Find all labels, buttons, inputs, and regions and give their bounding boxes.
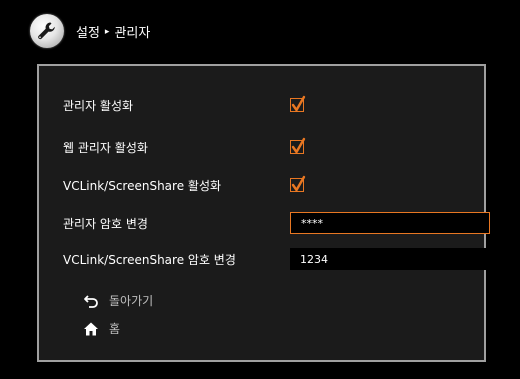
home-icon: [83, 321, 99, 337]
back-arrow-icon: [83, 293, 99, 309]
web-admin-enable-checkbox[interactable]: [290, 137, 306, 154]
settings-panel: 관리자 활성화 웹 관리자 활성화 VCLink/ScreenShare 활성화…: [37, 64, 490, 362]
vclink-password-field[interactable]: 1234: [290, 248, 490, 270]
admin-enable-row[interactable]: 관리자 활성화: [63, 94, 483, 116]
admin-password-row[interactable]: 관리자 암호 변경 ****: [63, 212, 490, 234]
admin-password-label: 관리자 암호 변경: [63, 216, 148, 231]
breadcrumb: 설정 ▸ 관리자: [76, 22, 150, 41]
web-admin-enable-row[interactable]: 웹 관리자 활성화: [63, 136, 483, 158]
home-label: 홈: [109, 322, 121, 336]
checkmark-icon: [291, 175, 306, 192]
checkmark-icon: [291, 95, 306, 112]
vclink-enable-label: VCLink/ScreenShare 활성화: [63, 178, 222, 193]
checkmark-icon: [291, 137, 306, 154]
vclink-password-row[interactable]: VCLink/ScreenShare 암호 변경 1234: [63, 248, 490, 270]
home-nav-item[interactable]: 홈: [83, 320, 120, 337]
header-bar: 설정 ▸ 관리자: [0, 0, 520, 52]
breadcrumb-separator-icon: ▸: [104, 26, 110, 37]
breadcrumb-parent[interactable]: 설정: [76, 22, 100, 41]
vclink-enable-checkbox[interactable]: [290, 175, 306, 192]
admin-enable-label: 관리자 활성화: [63, 98, 134, 113]
vclink-password-label: VCLink/ScreenShare 암호 변경: [63, 252, 236, 267]
admin-enable-checkbox[interactable]: [290, 95, 306, 112]
breadcrumb-current: 관리자: [114, 26, 151, 41]
wrench-icon: [30, 14, 64, 48]
web-admin-enable-label: 웹 관리자 활성화: [63, 140, 148, 155]
back-label: 돌아가기: [109, 294, 154, 308]
admin-password-field[interactable]: ****: [290, 212, 490, 234]
back-nav-item[interactable]: 돌아가기: [83, 292, 153, 309]
vclink-enable-row[interactable]: VCLink/ScreenShare 활성화: [63, 174, 483, 196]
